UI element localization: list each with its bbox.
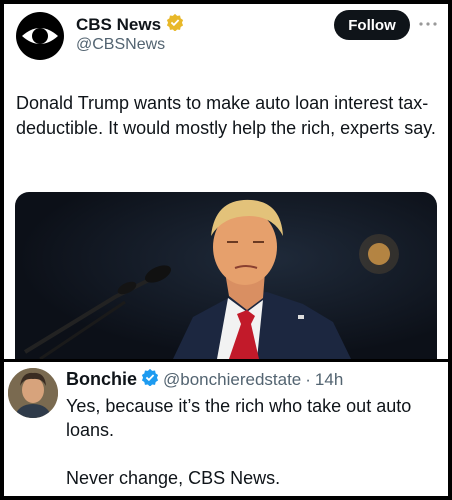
reply-timestamp[interactable]: 14h	[315, 370, 343, 390]
reply-author-handle[interactable]: @bonchieredstate	[163, 370, 301, 390]
post-text: Donald Trump wants to make auto loan int…	[16, 93, 436, 138]
post-card: CBS News @CBSNews Follow Donald Trump wa…	[4, 4, 448, 359]
separator-dot: ·	[305, 369, 311, 389]
reply-card: Bonchie @bonchieredstate · 14h Yes, beca…	[4, 362, 448, 496]
more-icon[interactable]	[418, 16, 438, 26]
author-name-row: CBS News	[76, 13, 184, 36]
cbs-eye-logo-icon[interactable]	[16, 12, 64, 60]
verified-blue-badge-icon	[141, 368, 159, 391]
reply-author-name[interactable]: Bonchie	[66, 369, 137, 390]
post-photo[interactable]	[15, 192, 437, 359]
verified-gold-badge-icon	[166, 13, 184, 36]
author-name[interactable]: CBS News	[76, 15, 161, 35]
reply-text-line-1: Yes, because it’s the rich who take out …	[66, 396, 412, 440]
avatar[interactable]	[8, 368, 58, 418]
reply-text-line-2: Never change, CBS News.	[66, 468, 281, 488]
follow-button[interactable]: Follow	[334, 10, 410, 40]
reply-text: Yes, because it’s the rich who take out …	[66, 394, 444, 490]
author-handle[interactable]: @CBSNews	[76, 36, 165, 54]
reply-header: Bonchie @bonchieredstate · 14h	[66, 368, 343, 391]
